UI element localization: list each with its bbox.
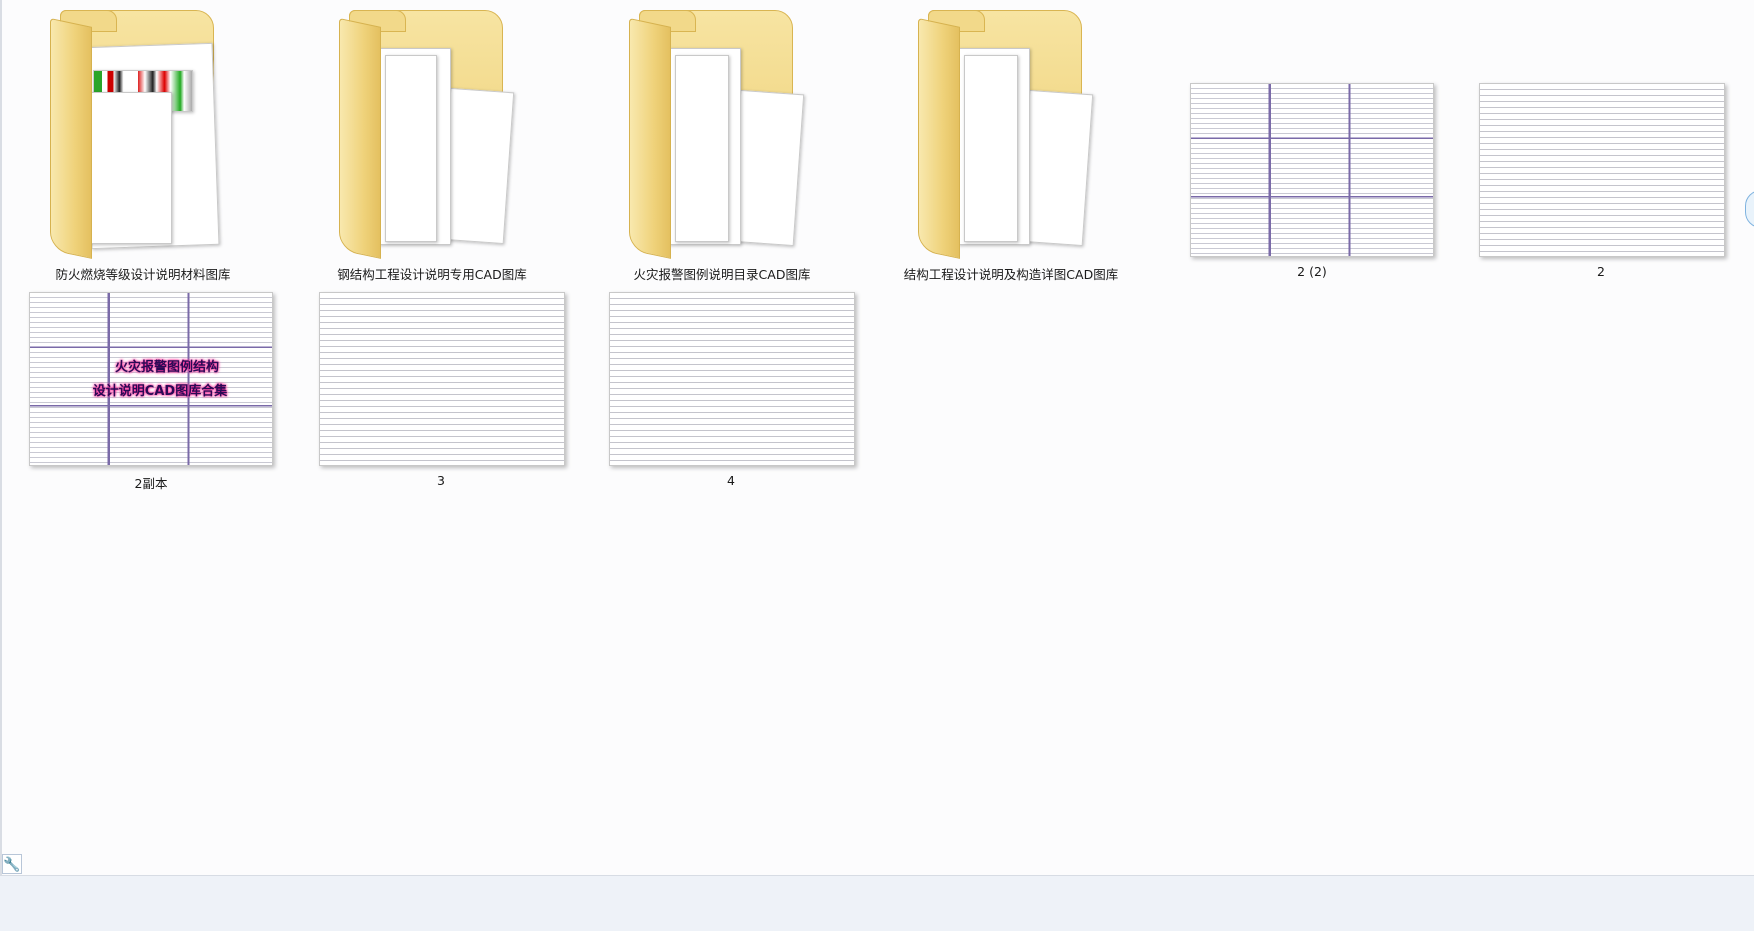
- thumbnail-overlay-text: 设计说明CAD图库合集: [92, 384, 228, 399]
- pane-border: [0, 0, 2, 875]
- item-label: 2副本: [134, 476, 168, 491]
- image-thumbnail: [1190, 83, 1434, 257]
- folder-icon: [627, 10, 817, 259]
- folder-item[interactable]: 结构工程设计说明及构造详图CAD图库: [904, 10, 1118, 285]
- image-item[interactable]: 3: [319, 292, 565, 492]
- item-label: 2: [1597, 264, 1605, 279]
- folder-icon: [337, 10, 527, 259]
- image-thumbnail: 火灾报警图例结构 设计说明CAD图库合集: [29, 292, 273, 466]
- item-label: 结构工程设计说明及构造详图CAD图库: [903, 267, 1119, 282]
- item-label: 火灾报警图例说明目录CAD图库: [633, 267, 811, 282]
- folder-icon: [48, 10, 238, 259]
- image-item[interactable]: 4: [609, 292, 855, 492]
- image-item[interactable]: 2 (2): [1190, 83, 1434, 283]
- item-label: 2 (2): [1297, 264, 1327, 279]
- item-label: 防火燃烧等级设计说明材料图库: [55, 267, 231, 282]
- folder-item[interactable]: 火灾报警图例说明目录CAD图库: [627, 10, 817, 285]
- wrench-icon[interactable]: 🔧: [2, 854, 22, 874]
- folder-item[interactable]: 防火燃烧等级设计说明材料图库: [48, 10, 238, 285]
- image-thumbnail: [319, 292, 565, 466]
- folder-icon: [916, 10, 1106, 259]
- item-label: 4: [727, 473, 735, 488]
- scroll-indicator[interactable]: [1745, 190, 1754, 228]
- folder-item[interactable]: 钢结构工程设计说明专用CAD图库: [337, 10, 527, 285]
- image-item[interactable]: 2: [1479, 83, 1725, 283]
- item-label: 钢结构工程设计说明专用CAD图库: [337, 267, 527, 282]
- image-thumbnail: [609, 292, 855, 466]
- item-label: 3: [437, 473, 445, 488]
- thumbnail-overlay-text: 火灾报警图例结构: [114, 360, 219, 375]
- image-item[interactable]: 火灾报警图例结构 设计说明CAD图库合集 2副本: [29, 292, 273, 492]
- status-bar: [0, 875, 1754, 931]
- file-view-pane[interactable]: 防火燃烧等级设计说明材料图库 钢结构工程设计说明专用CAD图库 火灾报警图例说明…: [0, 0, 1754, 875]
- image-thumbnail: [1479, 83, 1725, 257]
